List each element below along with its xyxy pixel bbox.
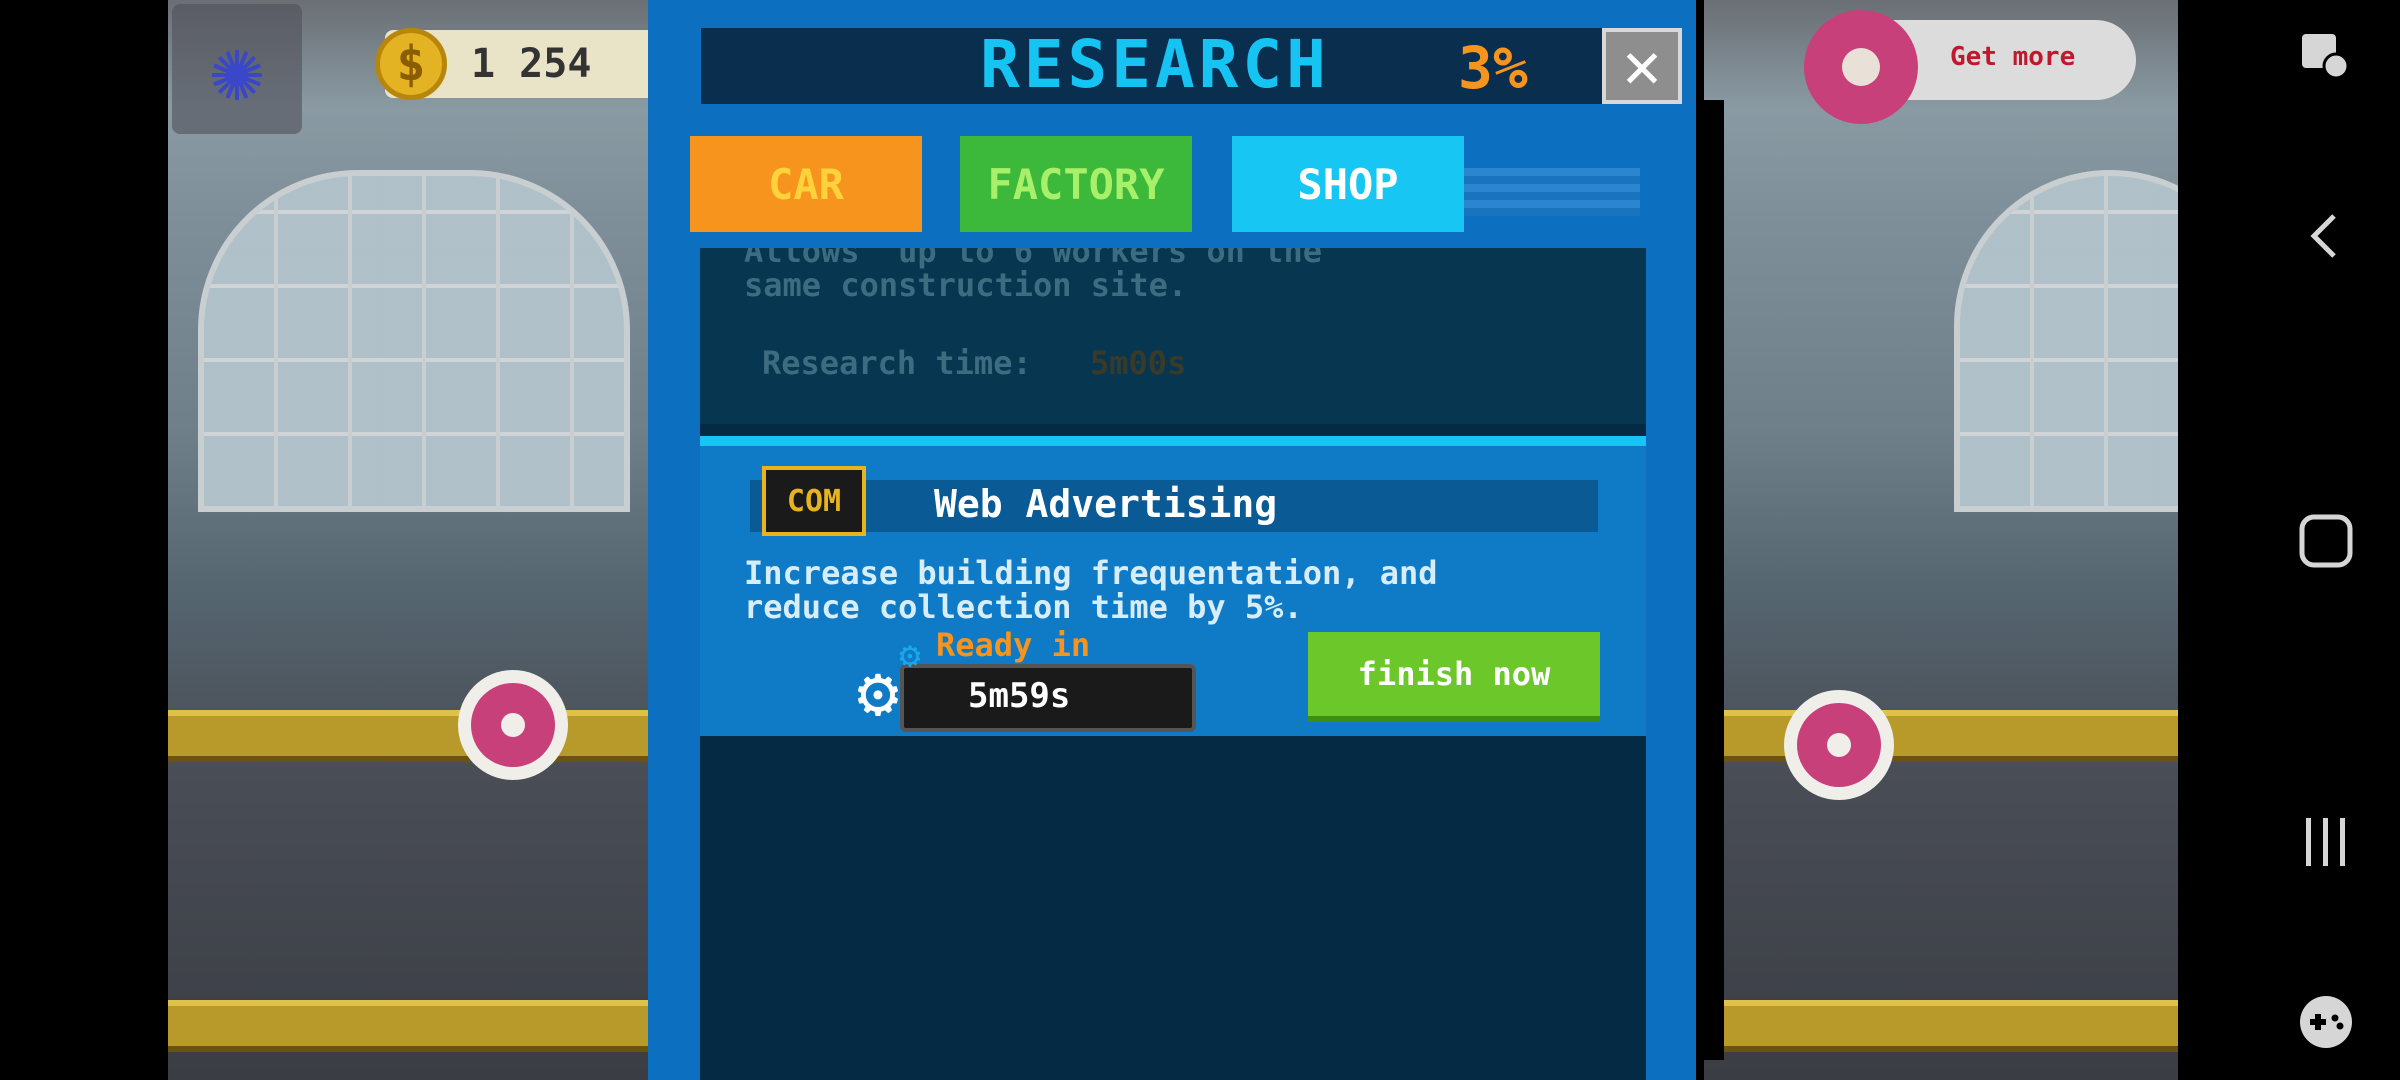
back-icon[interactable]	[2290, 200, 2362, 272]
get-more-label: Get more	[1950, 42, 2076, 72]
timer-value: 5m59s	[968, 676, 1071, 716]
donut-bubble[interactable]	[1784, 690, 1894, 800]
conveyor-belt	[168, 1000, 648, 1052]
conveyor-belt	[1704, 1000, 2178, 1052]
coin-icon: $	[375, 28, 447, 100]
conveyor-belt	[168, 710, 648, 762]
faded-description: Allows up to 6 workers on the same const…	[744, 248, 1322, 304]
close-icon: ✕	[1622, 29, 1662, 103]
coin-counter: $ 1 254	[375, 28, 655, 100]
research-card-faded[interactable]: Allows up to 6 workers on the same const…	[700, 248, 1646, 424]
research-time-label: Research time:	[762, 344, 1032, 382]
paw-icon: ✺	[209, 16, 265, 122]
tab-decoration	[1464, 168, 1640, 216]
modal-shadow	[1696, 100, 1724, 1060]
home-icon[interactable]	[2290, 505, 2362, 577]
web-advertising-icon: COM	[762, 466, 866, 536]
tab-factory[interactable]: FACTORY	[960, 136, 1192, 232]
game-scene-right	[1704, 0, 2178, 1080]
game-tools-icon[interactable]	[2290, 986, 2362, 1058]
conveyor-belt	[1704, 710, 2178, 762]
menu-button[interactable]: ✺	[172, 4, 302, 134]
donut-icon	[1804, 10, 1918, 124]
research-progress: 3%	[1458, 34, 1528, 102]
close-button[interactable]: ✕	[1602, 28, 1682, 104]
tab-shop[interactable]: SHOP	[1232, 136, 1464, 232]
factory-window	[198, 170, 630, 512]
finish-now-button[interactable]: finish now	[1308, 632, 1600, 722]
gear-small-icon: ⚙	[899, 635, 921, 676]
system-nav-bar	[2178, 0, 2400, 1080]
tab-car[interactable]: CAR	[690, 136, 922, 232]
card-description: Increase building frequentation, and red…	[744, 554, 1438, 626]
coin-value: 1 254	[471, 41, 592, 87]
factory-window	[1954, 170, 2178, 512]
recents-icon[interactable]	[2290, 806, 2362, 878]
screen-capture-icon[interactable]	[2290, 20, 2362, 92]
research-time-value: 5m00s	[1090, 344, 1187, 382]
research-title: RESEARCH	[980, 26, 1330, 103]
ready-in-label: Ready in	[936, 626, 1091, 664]
donut-bubble[interactable]	[458, 670, 568, 780]
card-title: Web Advertising	[934, 482, 1278, 526]
research-card-active: COM Web Advertising Increase building fr…	[700, 436, 1646, 736]
get-more-button[interactable]: Get more	[1804, 10, 2136, 124]
